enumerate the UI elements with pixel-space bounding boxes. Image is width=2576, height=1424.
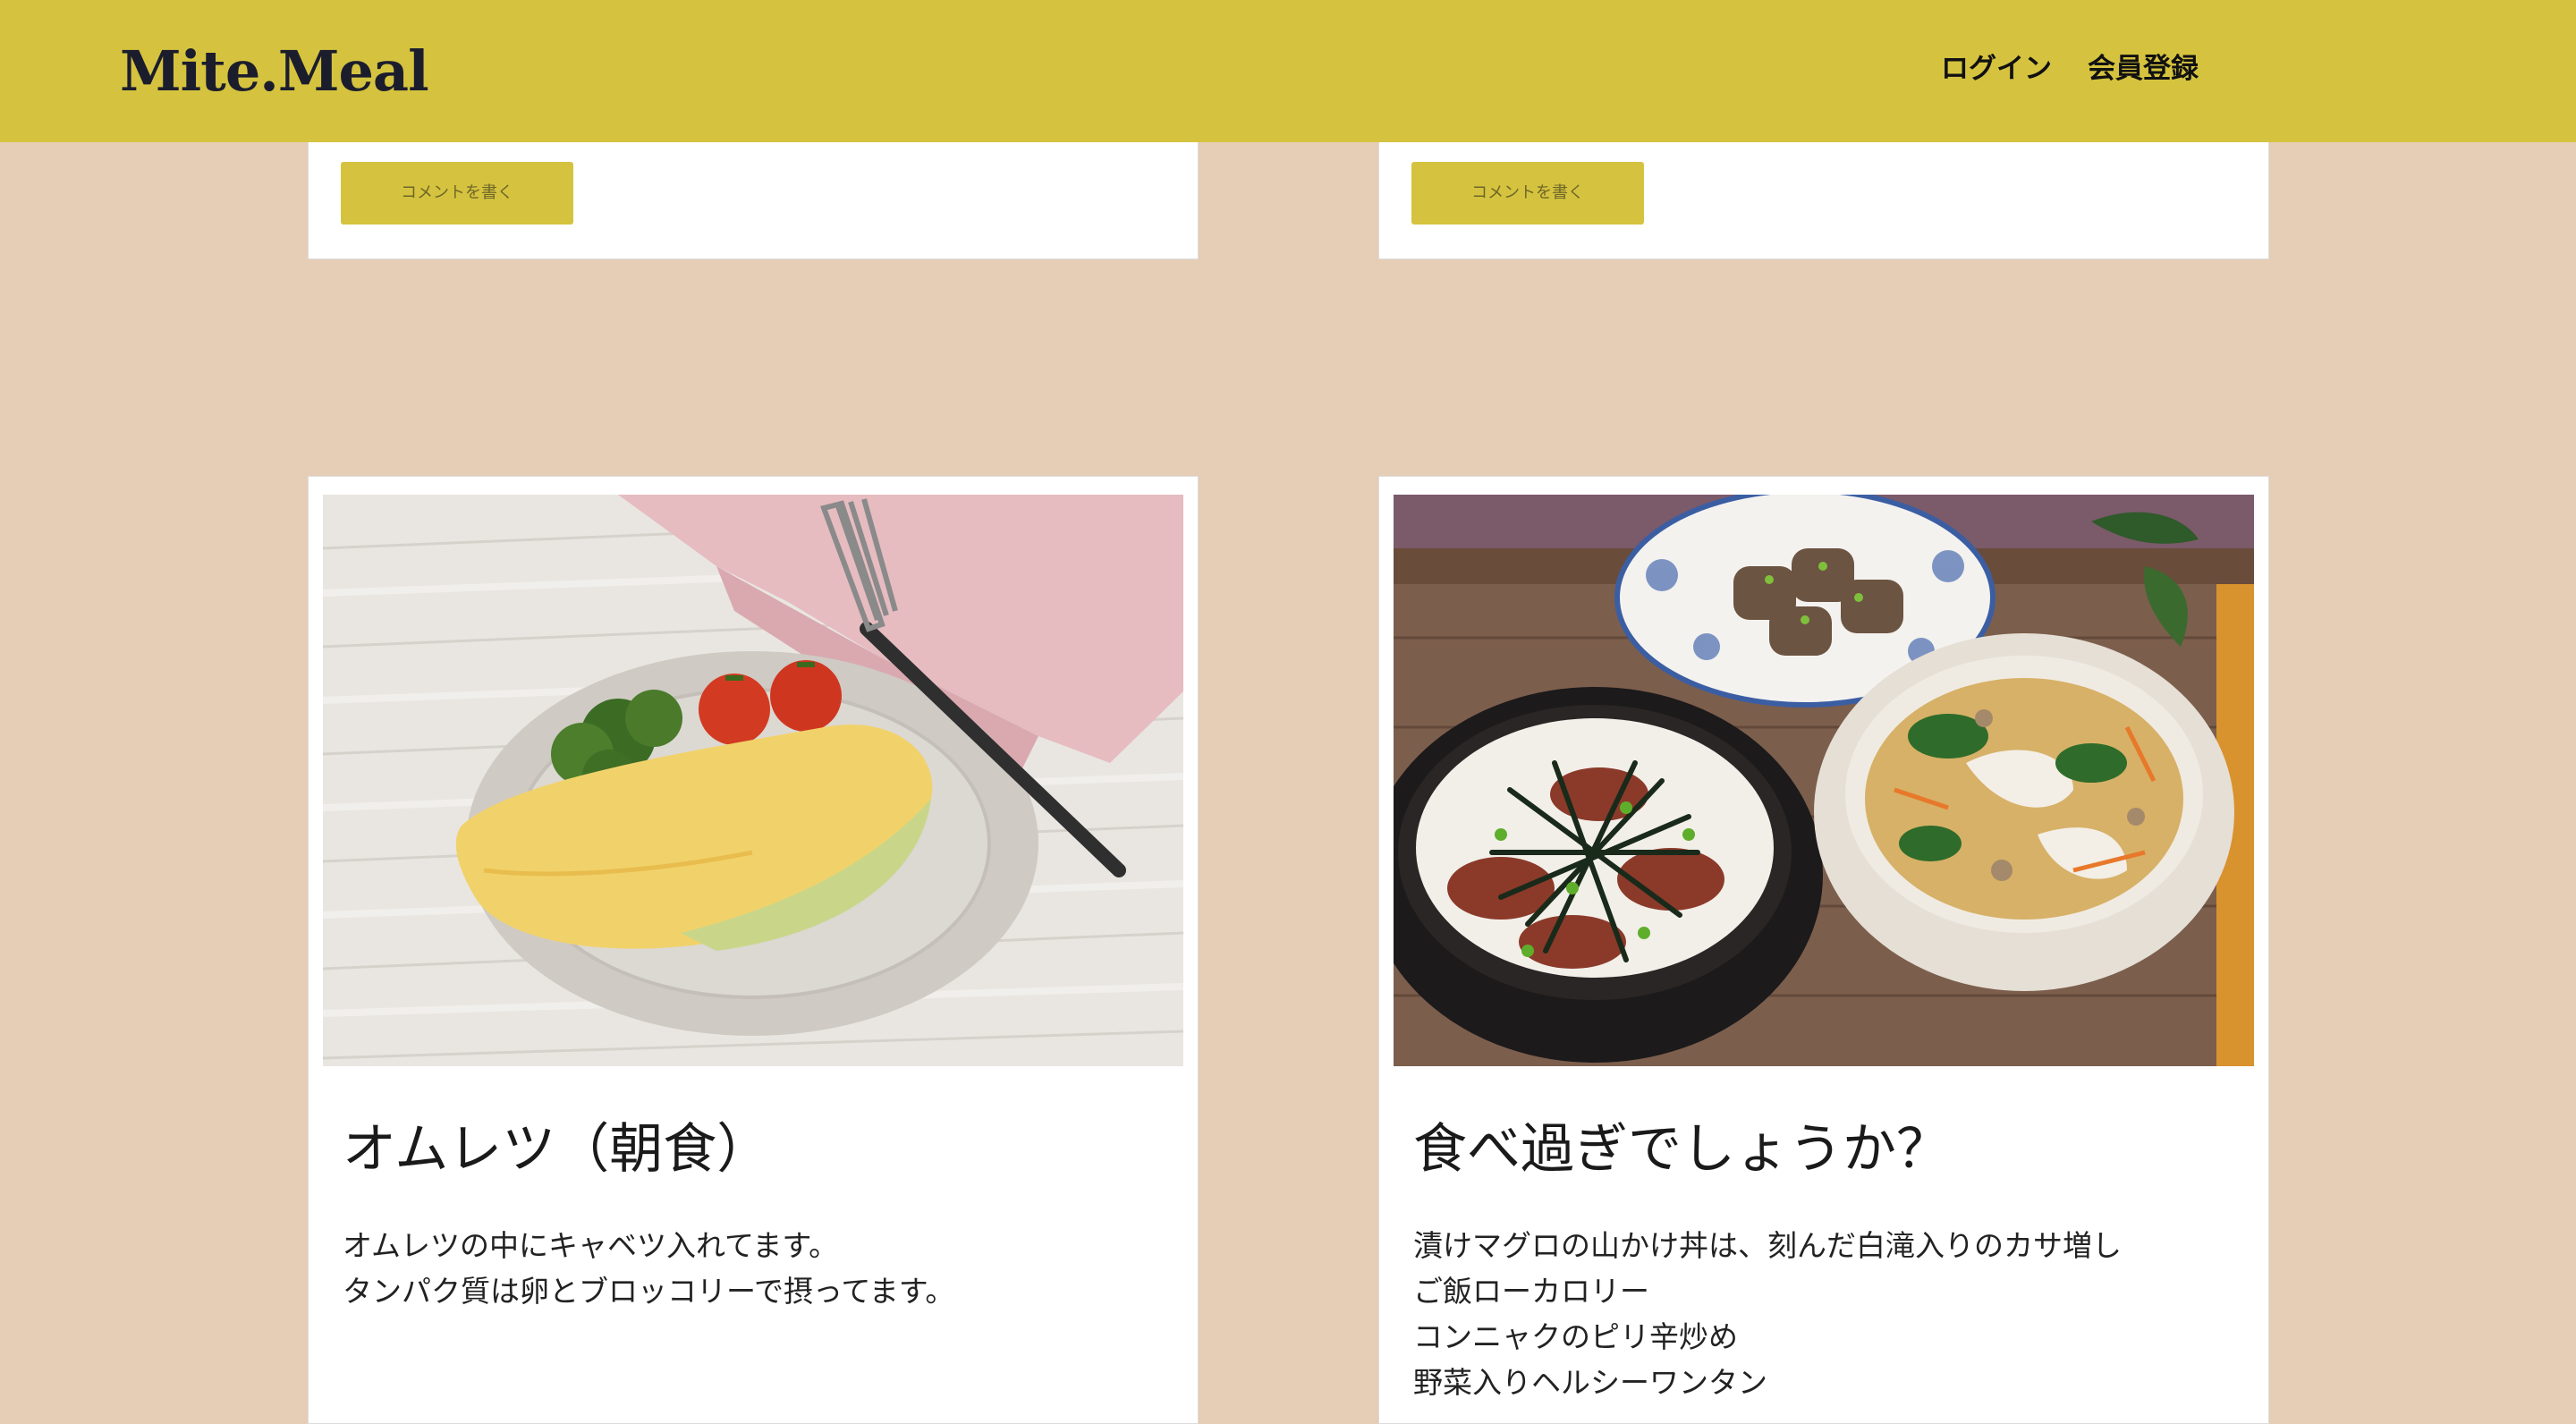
post-body-line: オムレツの中にキャベツ入れてます。	[343, 1228, 839, 1263]
post-card: オムレツ（朝食） オムレツの中にキャベツ入れてます。 タンパク質は卵とブロッコリ…	[308, 476, 1199, 1424]
post-body: オムレツの中にキャベツ入れてます。 タンパク質は卵とブロッコリーで摂ってます。	[343, 1223, 954, 1314]
post-title[interactable]: 食べ過ぎでしょうか？	[1413, 1114, 1950, 1185]
post-title[interactable]: オムレツ（朝食）	[343, 1114, 770, 1185]
post-card: コメントを書く	[308, 125, 1199, 259]
write-comment-button[interactable]: コメントを書く	[341, 162, 573, 225]
omelette-photo[interactable]	[323, 495, 1183, 1066]
donburi-soup-photo[interactable]	[1394, 495, 2254, 1066]
post-body-line: ご飯ローカロリー	[1413, 1274, 1649, 1309]
signup-link[interactable]: 会員登録	[2088, 47, 2199, 91]
post-body-line: コンニャクのピリ辛炒め	[1413, 1319, 1738, 1354]
login-link[interactable]: ログイン	[1941, 47, 2052, 91]
post-card: コメントを書く	[1378, 125, 2269, 259]
post-card: 食べ過ぎでしょうか？ 漬けマグロの山かけ丼は、刻んだ白滝入りのカサ増し ご飯ロー…	[1378, 476, 2269, 1424]
post-body-line: 野菜入りヘルシーワンタン	[1413, 1365, 1767, 1400]
header-nav: ログイン 会員登録	[1941, 47, 2199, 91]
post-body: 漬けマグロの山かけ丼は、刻んだ白滝入りのカサ増し ご飯ローカロリー コンニャクの…	[1413, 1223, 2122, 1405]
write-comment-button[interactable]: コメントを書く	[1411, 162, 1644, 225]
site-logo[interactable]: Mite.Meal	[120, 34, 429, 109]
site-header: Mite.Meal ログイン 会員登録	[0, 0, 2576, 142]
post-body-line: タンパク質は卵とブロッコリーで摂ってます。	[343, 1274, 955, 1309]
post-body-line: 漬けマグロの山かけ丼は、刻んだ白滝入りのカサ増し	[1413, 1228, 2122, 1263]
